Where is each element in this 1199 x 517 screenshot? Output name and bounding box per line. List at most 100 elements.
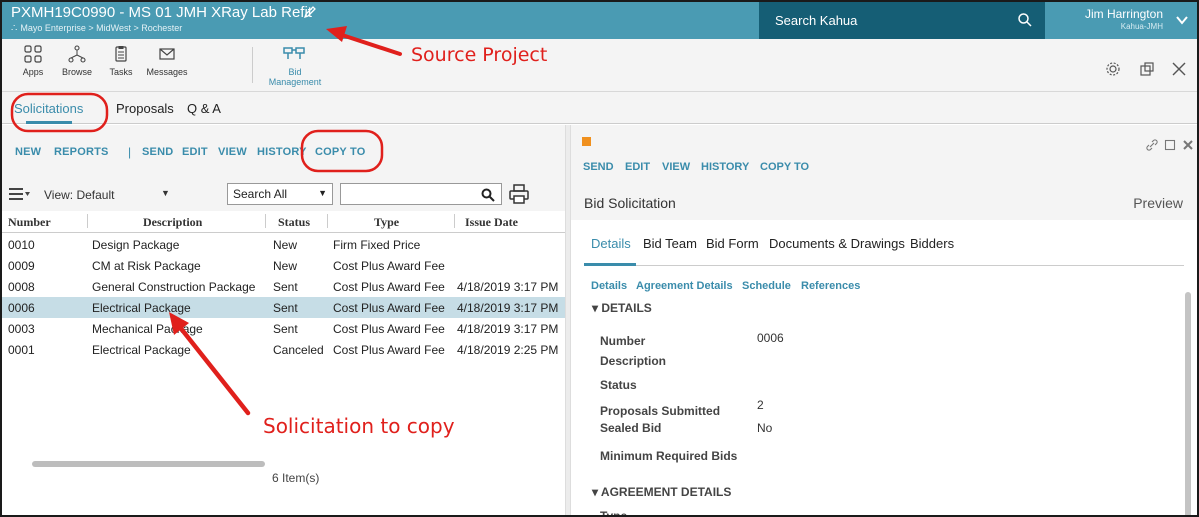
tab-q-and-a[interactable]: Q & A <box>187 101 221 116</box>
cell-number: 0006 <box>8 301 35 315</box>
cell-number: 0003 <box>8 322 35 336</box>
cell-type: Cost Plus Award Fee <box>333 259 445 273</box>
tab-divider <box>584 265 1184 266</box>
agreement-section-toggle[interactable]: ▾ AGREEMENT DETAILS <box>592 485 731 499</box>
breadcrumb[interactable]: ∴ Mayo Enterprise > MidWest > Rochester <box>11 23 182 34</box>
detail-tab-bid-form[interactable]: Bid Form <box>706 236 759 251</box>
column-divider <box>87 214 88 228</box>
column-divider <box>265 214 266 228</box>
detail-tab-bidders[interactable]: Bidders <box>910 236 954 251</box>
send-action[interactable]: SEND <box>142 146 173 158</box>
user-menu[interactable]: Jim Harrington Kahua-JMH <box>1045 2 1197 39</box>
history-action[interactable]: HISTORY <box>257 146 307 158</box>
close-icon[interactable] <box>1171 61 1187 77</box>
cell-status: New <box>273 238 298 252</box>
global-search[interactable]: Search Kahua <box>759 2 1045 39</box>
messages-button[interactable]: Messages <box>145 45 189 77</box>
search-scope-select[interactable]: Search All ▼ <box>227 183 333 205</box>
table-row[interactable]: 0009 CM at Risk Package New Cost Plus Award… <box>2 255 565 276</box>
user-org: Kahua-JMH <box>1120 22 1163 31</box>
detail-copy-to-action[interactable]: COPY TO <box>760 161 809 173</box>
column-status[interactable]: Status <box>278 215 310 230</box>
column-type[interactable]: Type <box>374 215 399 230</box>
subtab-references[interactable]: References <box>801 280 860 292</box>
detail-view-action[interactable]: VIEW <box>662 161 690 173</box>
maximize-icon[interactable] <box>1164 139 1176 151</box>
list-search-input[interactable] <box>340 183 502 205</box>
popout-icon[interactable] <box>1139 61 1155 77</box>
column-number[interactable]: Number <box>8 215 51 230</box>
status-indicator <box>582 137 591 146</box>
close-panel-icon[interactable] <box>1182 139 1194 151</box>
new-action[interactable]: NEW <box>15 146 41 158</box>
subtab-agreement-details[interactable]: Agreement Details <box>636 280 733 292</box>
breadcrumb-text: Mayo Enterprise > MidWest > Rochester <box>20 23 183 33</box>
detail-history-action[interactable]: HISTORY <box>701 161 749 173</box>
caret-down-icon: ▼ <box>318 188 327 198</box>
list-menu-icon[interactable] <box>9 186 31 202</box>
reports-action[interactable]: REPORTS <box>54 146 109 158</box>
edit-project-icon[interactable] <box>303 5 317 22</box>
chevron-down-icon[interactable] <box>1175 13 1189 27</box>
details-section-toggle[interactable]: ▾ DETAILS <box>592 301 652 315</box>
cell-number: 0008 <box>8 280 35 294</box>
cell-type: Cost Plus Award Fee <box>333 322 445 336</box>
table-row[interactable]: 0003 Mechanical Package Sent Cost Plus Awar… <box>2 318 565 339</box>
column-issue-date[interactable]: Issue Date <box>465 215 518 230</box>
detail-title: Bid Solicitation <box>584 195 676 211</box>
tab-solicitations[interactable]: Solicitations <box>14 101 83 116</box>
field-label-type: Type <box>600 509 628 517</box>
edit-action[interactable]: EDIT <box>182 146 208 158</box>
gear-icon[interactable] <box>1105 61 1121 77</box>
messages-icon <box>159 48 175 60</box>
cell-description: Mechanical Package <box>92 322 203 336</box>
cell-description: CM at Risk Package <box>92 259 201 273</box>
detail-tab-bid-team[interactable]: Bid Team <box>643 236 697 251</box>
view-selector[interactable]: View: Default <box>44 188 114 202</box>
list-view-bar: View: Default ▼ Search All ▼ <box>2 179 565 211</box>
field-label-minimum-required-bids: Minimum Required Bids <box>600 449 738 463</box>
table-row[interactable]: 0010 Design Package New Firm Fixed Price <box>2 234 565 255</box>
view-action[interactable]: VIEW <box>218 146 247 158</box>
table-row[interactable]: 0006 Electrical Package Sent Cost Plus Awar… <box>2 297 565 318</box>
tasks-button[interactable]: Tasks <box>99 45 143 77</box>
cell-type: Cost Plus Award Fee <box>333 280 445 294</box>
subtab-details[interactable]: Details <box>591 280 627 292</box>
solicitation-to-copy-label: Solicitation to copy <box>263 414 455 438</box>
action-separator: | <box>128 145 132 159</box>
search-icon[interactable] <box>1017 12 1033 28</box>
field-label-number: Number <box>600 334 646 348</box>
cell-status: Sent <box>273 301 298 315</box>
bid-management-button[interactable]: Bid Management <box>264 45 326 87</box>
caret-down-icon[interactable]: ▼ <box>161 188 170 198</box>
cell-description: Design Package <box>92 238 180 252</box>
apps-button[interactable]: Apps <box>11 45 55 77</box>
preview-button[interactable]: Preview <box>1133 195 1183 211</box>
detail-tab-documents-drawings[interactable]: Documents & Drawings <box>769 236 905 251</box>
link-icon[interactable] <box>1146 139 1158 151</box>
detail-edit-action[interactable]: EDIT <box>625 161 650 173</box>
solicitation-list-panel: NEW REPORTS | SEND EDIT VIEW HISTORY COP… <box>2 125 565 515</box>
detail-header: SEND EDIT VIEW HISTORY COPY TO Bid Solic… <box>571 125 1197 220</box>
detail-send-action[interactable]: SEND <box>583 161 614 173</box>
table-row[interactable]: 0008 General Construction Package Sent Cost… <box>2 276 565 297</box>
column-description[interactable]: Description <box>143 215 202 230</box>
search-icon[interactable] <box>481 188 495 202</box>
horizontal-scrollbar[interactable] <box>32 461 265 467</box>
cell-issue-date: 4/18/2019 3:17 PM <box>457 301 559 315</box>
subtab-schedule[interactable]: Schedule <box>742 280 791 292</box>
tab-proposals[interactable]: Proposals <box>116 101 174 116</box>
browse-button[interactable]: Browse <box>55 45 99 77</box>
print-icon[interactable] <box>508 183 530 205</box>
copy-to-action[interactable]: COPY TO <box>315 146 366 158</box>
detail-tab-details[interactable]: Details <box>591 236 631 251</box>
bid-management-icon <box>283 47 305 59</box>
table-row[interactable]: 0001 Electrical Package Canceled Cost Plus … <box>2 339 565 360</box>
active-tab-indicator <box>26 121 72 124</box>
cell-issue-date: 4/18/2019 3:17 PM <box>457 280 559 294</box>
cell-type: Firm Fixed Price <box>333 238 421 252</box>
tasks-icon <box>115 46 127 62</box>
project-title[interactable]: PXMH19C0990 - MS 01 JMH XRay Lab Refit <box>11 4 312 21</box>
cell-number: 0010 <box>8 238 35 252</box>
vertical-scrollbar[interactable] <box>1185 292 1191 515</box>
